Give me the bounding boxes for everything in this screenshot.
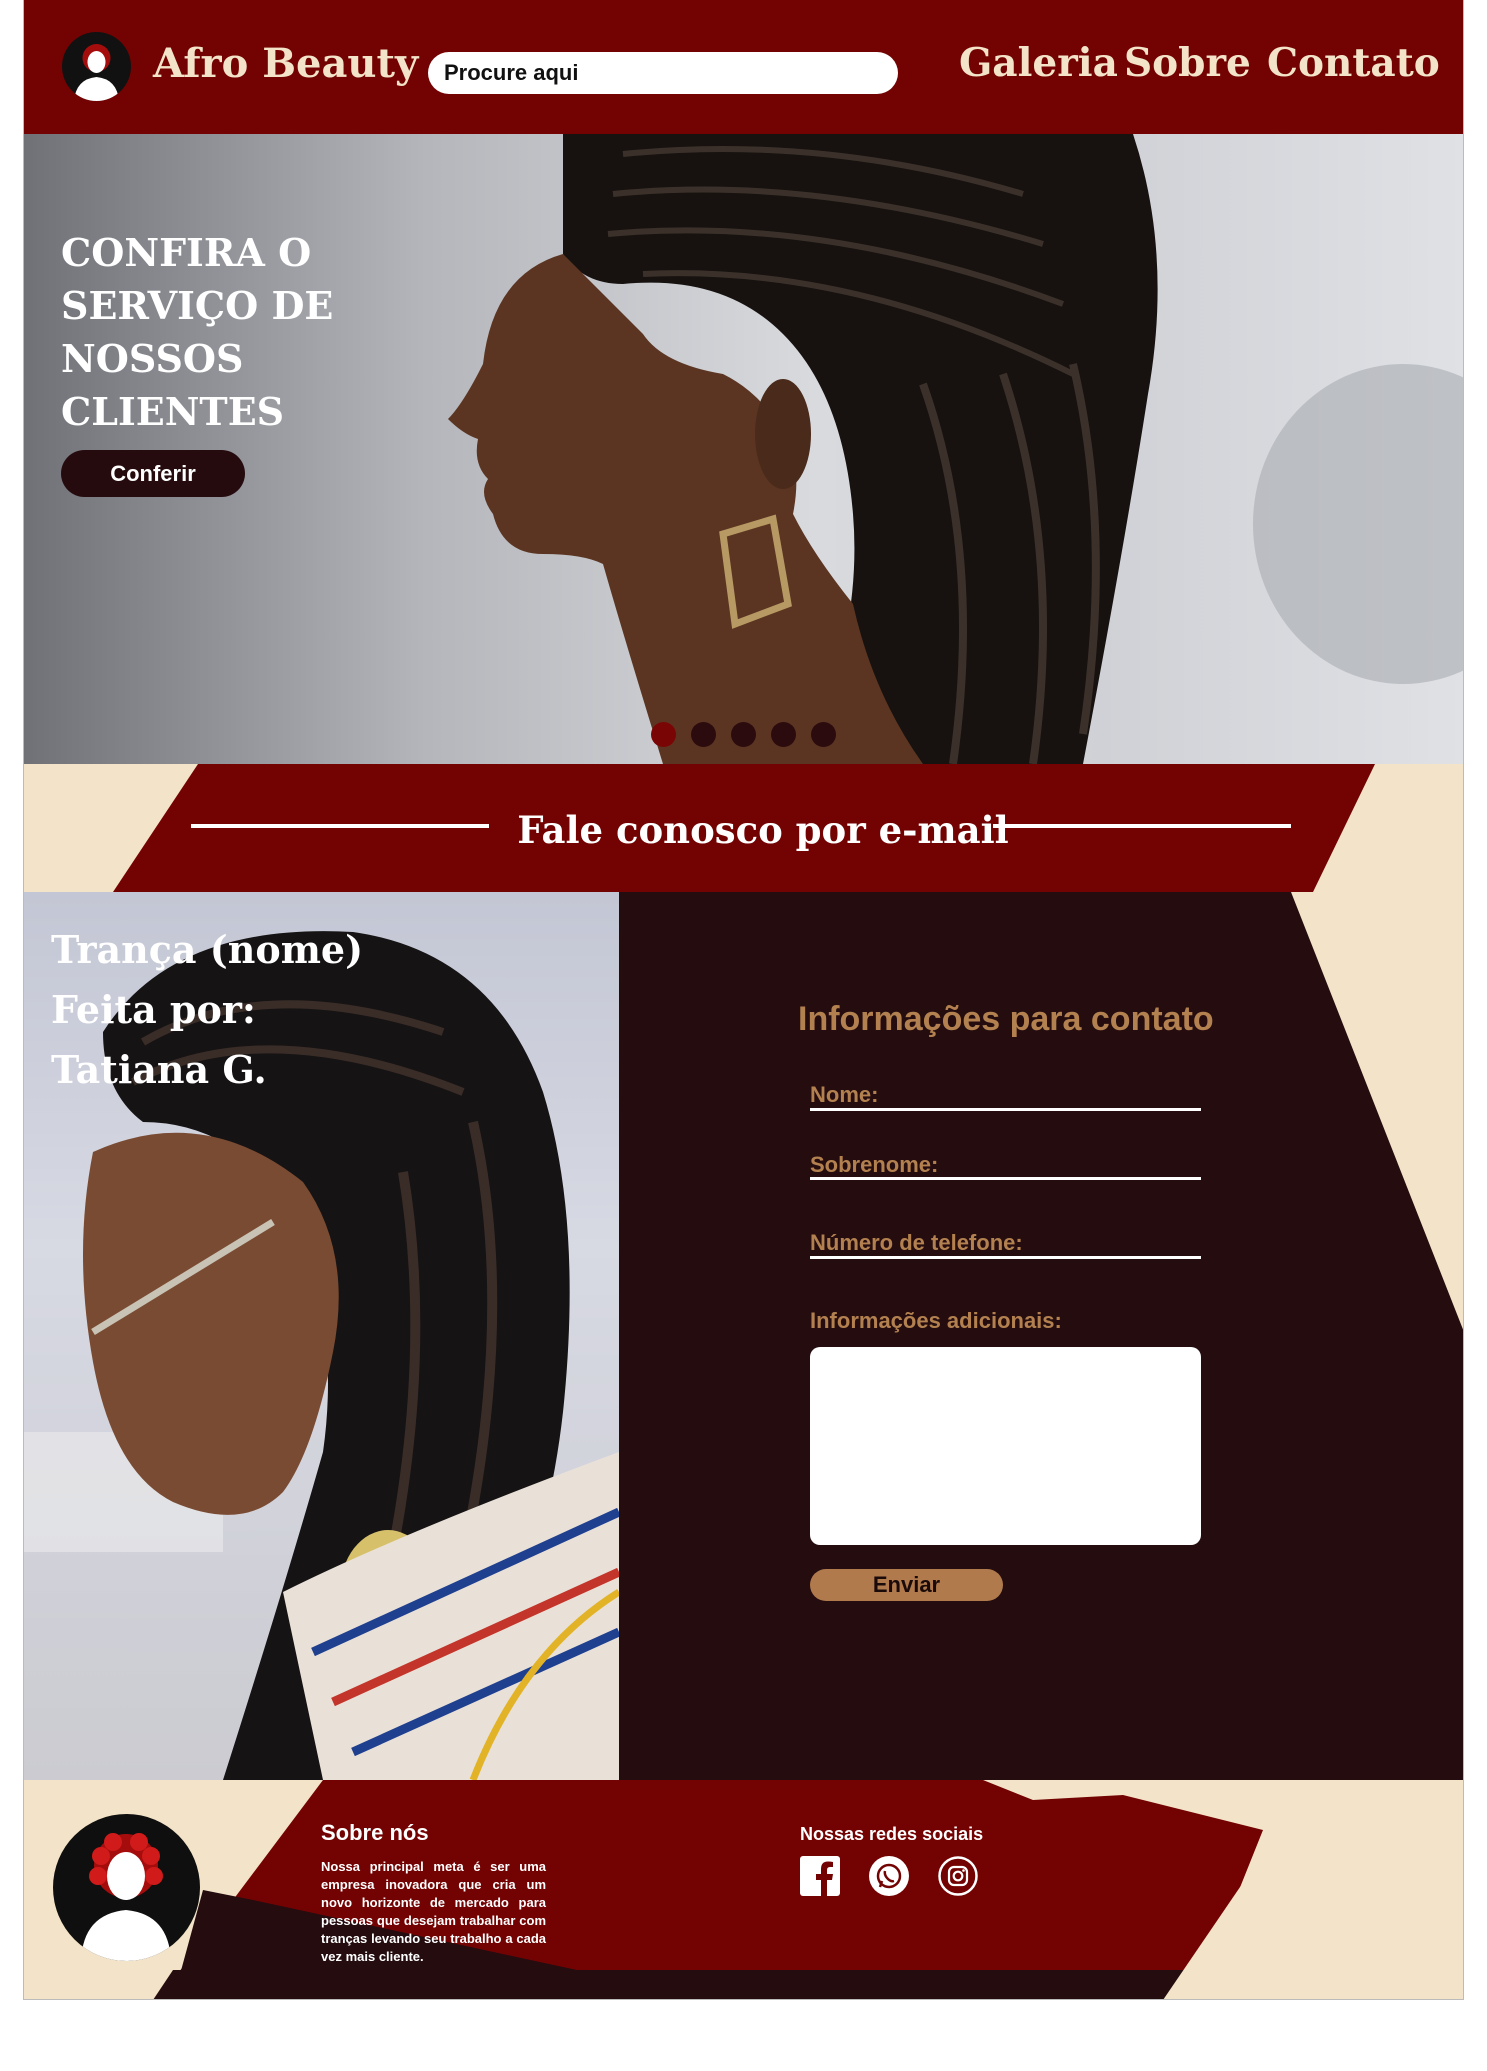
telefone-field[interactable]	[810, 1228, 1201, 1259]
photo-caption: Trança (nome) Feita por: Tatiana G.	[51, 920, 363, 1100]
info-adicionais-label: Informações adicionais:	[810, 1308, 1062, 1333]
carousel-dot-5[interactable]	[811, 722, 836, 747]
footer-logo-icon[interactable]	[53, 1814, 200, 1961]
footer-shapes	[153, 1780, 1464, 2000]
redes-sociais-title: Nossas redes sociais	[800, 1824, 984, 1844]
page-border-bottom	[23, 1999, 1464, 2000]
caption-line: Tatiana G.	[51, 1047, 267, 1092]
footer: Sobre nós Nossa principal meta é ser uma…	[23, 1780, 1464, 2000]
nav-sobre[interactable]: Sobre	[1124, 40, 1251, 86]
conferir-button[interactable]: Conferir	[61, 450, 245, 497]
hero-title-line: CONFIRA O	[61, 230, 312, 275]
facebook-icon[interactable]	[800, 1856, 840, 1896]
banner-title: Fale conosco por e-mail	[517, 808, 1009, 852]
enviar-button[interactable]: Enviar	[810, 1569, 1003, 1601]
carousel-dot-4[interactable]	[771, 722, 796, 747]
nav-galeria[interactable]: Galeria	[959, 40, 1118, 86]
contact-section: Trança (nome) Feita por: Tatiana G. Info…	[23, 892, 1464, 1780]
hero-banner: CONFIRA O SERVIÇO DE NOSSOS CLIENTES Con…	[23, 134, 1464, 764]
carousel-dot-2[interactable]	[691, 722, 716, 747]
logo-icon[interactable]	[62, 32, 131, 101]
page: Afro Beauty Galeria Sobre Contato CONFIR…	[23, 0, 1464, 2000]
hero-title-line: SERVIÇO DE	[61, 283, 334, 328]
carousel-dot-1[interactable]	[651, 722, 676, 747]
instagram-icon[interactable]	[938, 1856, 978, 1896]
hero-title: CONFIRA O SERVIÇO DE NOSSOS CLIENTES	[61, 226, 361, 438]
header: Afro Beauty Galeria Sobre Contato	[23, 0, 1464, 134]
sobrenome-field[interactable]	[810, 1149, 1201, 1180]
page-border-left	[23, 0, 24, 2000]
info-adicionais-textarea[interactable]	[810, 1347, 1201, 1545]
page-border-right	[1463, 0, 1464, 2000]
search-input[interactable]	[428, 52, 898, 94]
brand-name[interactable]: Afro Beauty	[153, 40, 418, 87]
caption-line: Feita por:	[51, 987, 256, 1032]
hero-title-line: NOSSOS	[61, 336, 244, 381]
sobre-nos-text: Nossa principal meta é ser uma empresa i…	[321, 1859, 546, 1964]
form-title: Informações para contato	[798, 1000, 1214, 1038]
carousel-dots	[651, 722, 836, 747]
nome-field[interactable]	[810, 1080, 1201, 1111]
braid-photo: Trança (nome) Feita por: Tatiana G.	[23, 892, 619, 1780]
carousel-dot-3[interactable]	[731, 722, 756, 747]
hero-title-line: CLIENTES	[61, 389, 285, 434]
nav-contato[interactable]: Contato	[1267, 40, 1440, 86]
sobre-nos-title: Sobre nós	[321, 1820, 429, 1845]
caption-line: Trança (nome)	[51, 927, 364, 972]
whatsapp-icon[interactable]	[869, 1856, 909, 1896]
